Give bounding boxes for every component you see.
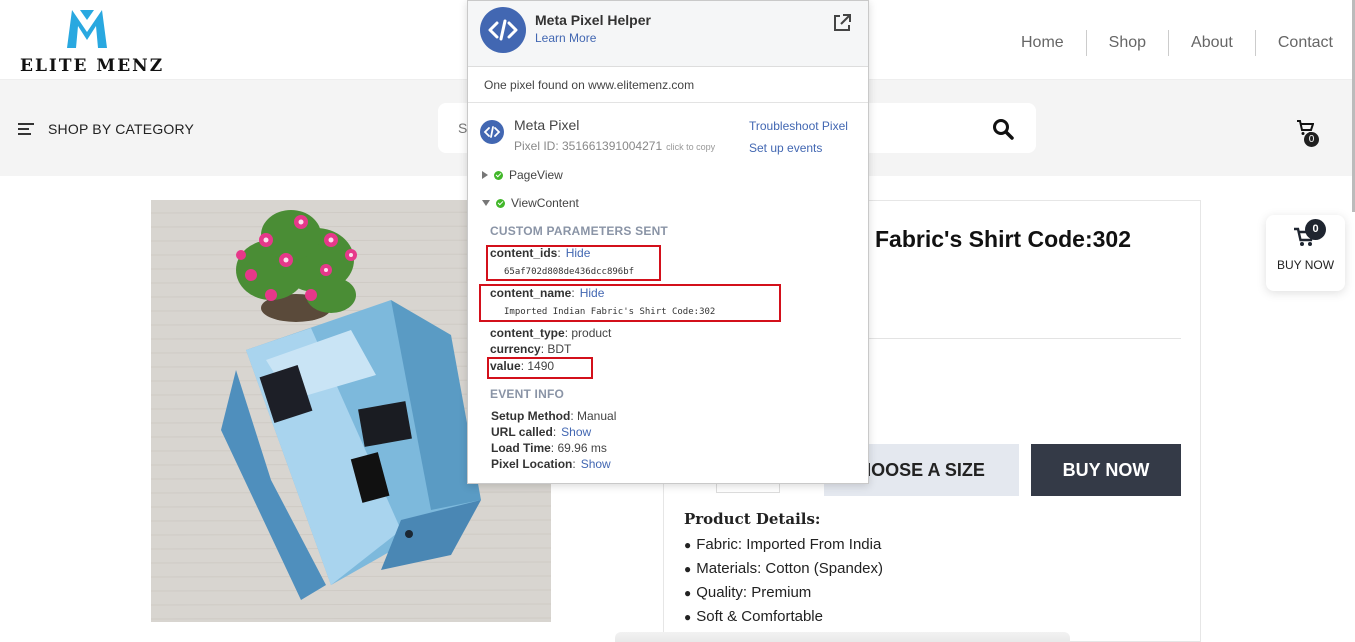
collapse-arrow-icon bbox=[482, 200, 490, 206]
floating-cart-button[interactable]: 0 BUY NOW bbox=[1266, 215, 1345, 291]
event-name: ViewContent bbox=[511, 196, 579, 210]
nav-home[interactable]: Home bbox=[999, 32, 1086, 54]
nav-contact[interactable]: Contact bbox=[1256, 32, 1333, 54]
logo-mark-icon bbox=[67, 10, 107, 48]
param-value: : product bbox=[564, 326, 612, 340]
detail-item: Fabric: Imported From India bbox=[684, 533, 883, 557]
info-value: : 69.96 ms bbox=[550, 441, 607, 455]
info-key: Setup Method bbox=[491, 409, 571, 423]
pixel-helper-header: Meta Pixel Helper Learn More bbox=[468, 1, 868, 67]
search-icon[interactable] bbox=[992, 118, 1014, 140]
info-separator: : bbox=[572, 457, 576, 471]
info-key: Load Time bbox=[491, 441, 551, 455]
pixel-helper-popup: Meta Pixel Helper Learn More One pixel f… bbox=[467, 0, 869, 484]
bottom-panel-edge bbox=[615, 632, 1070, 642]
product-title: Fabric's Shirt Code:302 bbox=[875, 226, 1131, 252]
show-toggle[interactable]: Show bbox=[561, 425, 591, 439]
code-brackets-icon bbox=[483, 126, 501, 138]
divider bbox=[468, 102, 868, 103]
detail-item: Soft & Comfortable bbox=[684, 605, 883, 629]
header-cart-button[interactable]: 0 bbox=[1296, 120, 1319, 147]
setup-events-link[interactable]: Set up events bbox=[749, 141, 822, 155]
pixel-id-text: Pixel ID: 351661391004271 bbox=[514, 139, 663, 153]
pixel-found-text: One pixel found on www.elitemenz.com bbox=[484, 78, 695, 92]
meta-pixel-icon bbox=[480, 120, 504, 144]
custom-params-heading: CUSTOM PARAMETERS SENT bbox=[490, 224, 668, 238]
setup-method: Setup Method: Manual bbox=[491, 409, 616, 423]
info-key: Pixel Location bbox=[491, 457, 573, 471]
main-nav: Home Shop About Contact bbox=[999, 30, 1333, 56]
expand-arrow-icon bbox=[482, 171, 488, 179]
pixel-helper-logo bbox=[480, 7, 526, 53]
code-brackets-icon bbox=[488, 19, 518, 41]
param-currency: currency: BDT bbox=[490, 342, 571, 356]
param-key: content_type bbox=[490, 326, 565, 340]
menu-icon bbox=[18, 120, 34, 138]
category-label: SHOP BY CATEGORY bbox=[48, 121, 195, 137]
detail-item: Materials: Cotton (Spandex) bbox=[684, 557, 883, 581]
event-info-heading: EVENT INFO bbox=[490, 387, 565, 401]
info-key: URL called bbox=[491, 425, 553, 439]
success-check-icon bbox=[496, 198, 505, 208]
event-viewcontent[interactable]: ViewContent bbox=[482, 196, 579, 210]
pixel-name: Meta Pixel bbox=[514, 117, 580, 133]
floating-cart-count: 0 bbox=[1305, 219, 1326, 240]
pixel-id[interactable]: Pixel ID: 351661391004271 click to copy bbox=[514, 139, 715, 153]
event-name: PageView bbox=[509, 168, 563, 182]
highlight-box bbox=[486, 245, 661, 281]
pixel-location: Pixel Location: Show bbox=[491, 457, 611, 471]
highlight-box bbox=[487, 357, 593, 379]
show-toggle[interactable]: Show bbox=[581, 457, 611, 471]
external-link-icon[interactable] bbox=[832, 13, 852, 33]
url-called: URL called: Show bbox=[491, 425, 591, 439]
highlight-box bbox=[479, 284, 781, 322]
product-details-heading: Product Details: bbox=[684, 510, 821, 528]
param-key: currency bbox=[490, 342, 541, 356]
event-pageview[interactable]: PageView bbox=[482, 168, 563, 182]
param-value: : BDT bbox=[540, 342, 572, 356]
nav-shop[interactable]: Shop bbox=[1087, 32, 1168, 54]
load-time: Load Time: 69.96 ms bbox=[491, 441, 607, 455]
troubleshoot-pixel-link[interactable]: Troubleshoot Pixel bbox=[749, 119, 848, 133]
site-logo[interactable]: ELITE MENZ bbox=[20, 6, 162, 76]
pixel-helper-title: Meta Pixel Helper bbox=[535, 12, 651, 28]
nav-about[interactable]: About bbox=[1169, 32, 1255, 54]
learn-more-link[interactable]: Learn More bbox=[535, 31, 596, 45]
detail-item: Quality: Premium bbox=[684, 581, 883, 605]
click-to-copy-hint: click to copy bbox=[666, 142, 716, 152]
success-check-icon bbox=[494, 170, 503, 180]
param-content-type: content_type: product bbox=[490, 326, 611, 340]
cart-count-badge: 0 bbox=[1304, 132, 1319, 147]
floating-cart-label: BUY NOW bbox=[1276, 258, 1335, 272]
product-details: Product Details: Fabric: Imported From I… bbox=[684, 510, 883, 629]
buy-now-button[interactable]: BUY NOW bbox=[1031, 444, 1181, 496]
info-separator: : bbox=[552, 425, 557, 439]
shop-by-category-button[interactable]: SHOP BY CATEGORY bbox=[18, 120, 194, 138]
brand-name: ELITE MENZ bbox=[20, 56, 165, 76]
product-details-list: Fabric: Imported From India Materials: C… bbox=[684, 533, 883, 629]
info-value: : Manual bbox=[570, 409, 617, 423]
